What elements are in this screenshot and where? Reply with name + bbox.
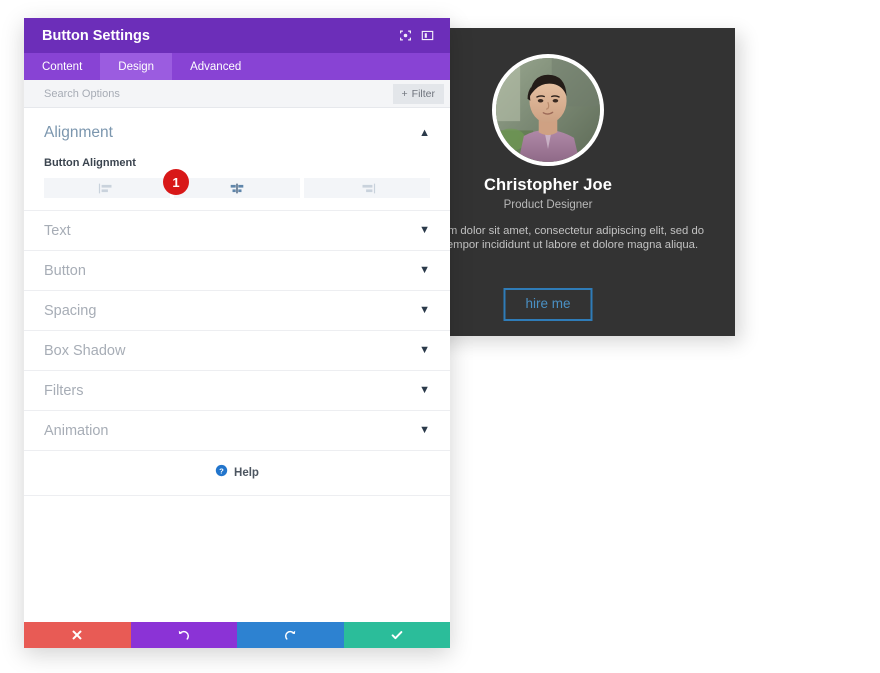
button-settings-modal: Button Settings Content Design Advanced bbox=[24, 18, 450, 648]
tab-content[interactable]: Content bbox=[24, 53, 100, 80]
screen: Christopher Joe Product Designer Lorem i… bbox=[0, 0, 880, 673]
section-filters[interactable]: Filters ▼ bbox=[24, 371, 450, 411]
cancel-button[interactable] bbox=[24, 622, 131, 648]
section-alignment-title: Alignment bbox=[44, 124, 113, 141]
chevron-up-icon[interactable]: ▲ bbox=[419, 127, 430, 139]
section-box-shadow[interactable]: Box Shadow ▼ bbox=[24, 331, 450, 371]
chevron-down-icon[interactable]: ▼ bbox=[419, 345, 430, 356]
chevron-down-icon[interactable]: ▼ bbox=[419, 305, 430, 316]
save-button[interactable] bbox=[343, 622, 450, 648]
section-animation[interactable]: Animation ▼ bbox=[24, 411, 450, 451]
chevron-down-icon[interactable]: ▼ bbox=[419, 385, 430, 396]
page-title: Button Settings bbox=[42, 27, 150, 44]
annotation-badge-1: 1 bbox=[163, 169, 189, 195]
section-spacing-label: Spacing bbox=[44, 302, 97, 319]
tab-design[interactable]: Design bbox=[100, 53, 173, 80]
modal-header: Button Settings bbox=[24, 18, 450, 53]
section-filters-label: Filters bbox=[44, 382, 84, 399]
filter-button[interactable]: + Filter bbox=[392, 83, 444, 104]
button-alignment-label: Button Alignment bbox=[44, 157, 136, 169]
svg-text:?: ? bbox=[219, 466, 224, 475]
search-input[interactable] bbox=[42, 86, 393, 101]
section-text[interactable]: Text ▼ bbox=[24, 211, 450, 251]
align-right-option[interactable] bbox=[304, 178, 430, 198]
portrait-photo bbox=[496, 58, 600, 162]
filter-button-label: Filter bbox=[411, 87, 435, 100]
question-circle-icon: ? bbox=[215, 464, 228, 482]
target-icon[interactable] bbox=[394, 25, 416, 47]
help-label: Help bbox=[234, 467, 259, 479]
section-button-label: Button bbox=[44, 262, 86, 279]
align-center-option[interactable] bbox=[174, 178, 300, 198]
section-text-label: Text bbox=[44, 222, 71, 239]
tab-bar: Content Design Advanced bbox=[24, 53, 450, 80]
chevron-down-icon[interactable]: ▼ bbox=[419, 225, 430, 236]
search-bar: + Filter bbox=[24, 80, 450, 108]
chevron-down-icon[interactable]: ▼ bbox=[419, 425, 430, 436]
hire-me-button[interactable]: hire me bbox=[503, 288, 593, 321]
button-alignment-control: 1 bbox=[44, 169, 430, 198]
avatar bbox=[492, 54, 604, 166]
options-list: Alignment ▲ Button Alignment 1 Text ▼ Bu… bbox=[24, 108, 450, 622]
chevron-down-icon[interactable]: ▼ bbox=[419, 265, 430, 276]
panel-layout-icon[interactable] bbox=[416, 25, 438, 47]
redo-button[interactable] bbox=[237, 622, 344, 648]
section-alignment-header[interactable]: Alignment ▲ bbox=[44, 124, 430, 142]
section-spacing[interactable]: Spacing ▼ bbox=[24, 291, 450, 331]
help-link[interactable]: ? Help bbox=[24, 451, 450, 496]
modal-footer bbox=[24, 622, 450, 648]
section-box-shadow-label: Box Shadow bbox=[44, 342, 126, 359]
section-button[interactable]: Button ▼ bbox=[24, 251, 450, 291]
align-left-option[interactable] bbox=[44, 178, 170, 198]
plus-icon: + bbox=[401, 87, 408, 100]
section-alignment: Alignment ▲ Button Alignment 1 bbox=[24, 108, 450, 211]
section-animation-label: Animation bbox=[44, 422, 109, 439]
tab-advanced[interactable]: Advanced bbox=[172, 53, 259, 80]
undo-button[interactable] bbox=[130, 622, 237, 648]
